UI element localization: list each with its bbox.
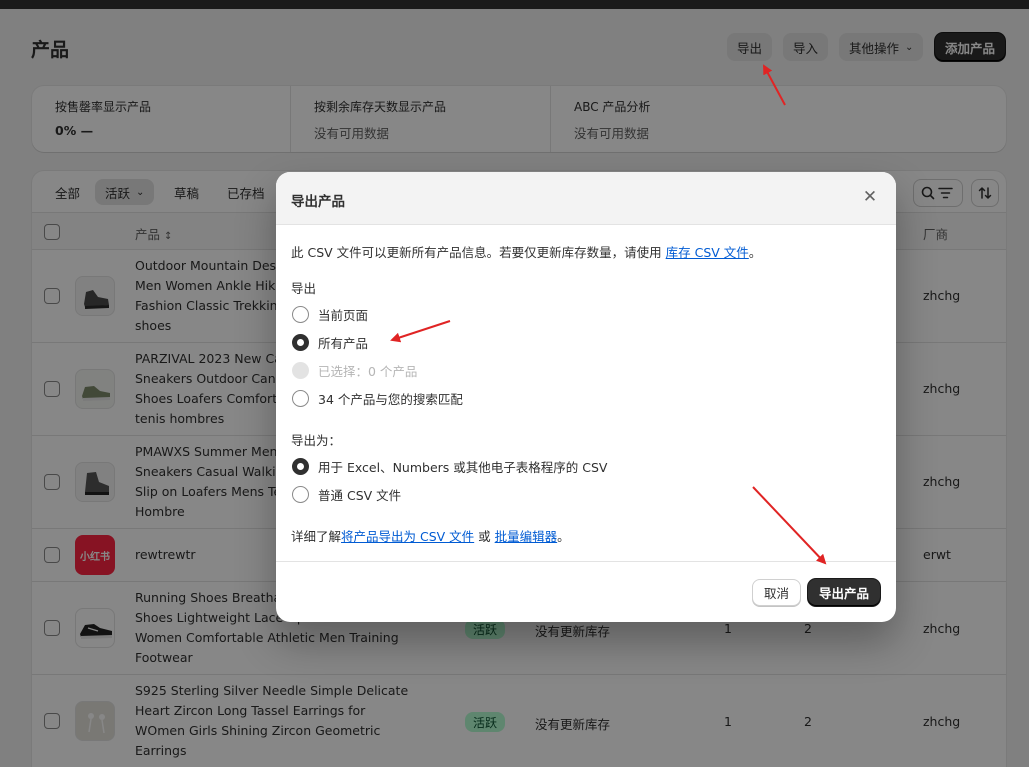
format-section-label: 导出为： (291, 433, 342, 448)
top-bar (0, 0, 1029, 9)
description-suffix: 。 (748, 245, 762, 260)
learn-more-text: 详细了解将产品导出为 CSV 文件 或 批量编辑器。 (291, 526, 570, 545)
bulk-editor-link[interactable]: 批量编辑器 (495, 529, 558, 544)
radio-label: 普通 CSV 文件 (318, 487, 402, 503)
export-section-label: 导出 (291, 281, 317, 296)
modal-header: 导出产品 ✕ (276, 172, 896, 225)
learn-mid: 或 (474, 529, 495, 544)
cancel-button[interactable]: 取消 (752, 579, 802, 606)
radio-selected-products: 已选择：0 个产品 (292, 361, 417, 379)
description-text: 此 CSV 文件可以更新所有产品信息。若要仅更新库存数量，请使用 (291, 245, 666, 260)
radio-label: 所有产品 (318, 335, 369, 351)
export-csv-help-link[interactable]: 将产品导出为 CSV 文件 (341, 529, 474, 544)
radio-button[interactable] (292, 333, 309, 351)
learn-suffix: 。 (557, 529, 570, 544)
radio-label: 用于 Excel、Numbers 或其他电子表格程序的 CSV (318, 459, 608, 475)
modal-title: 导出产品 (291, 194, 345, 210)
radio-plain-csv[interactable]: 普通 CSV 文件 (292, 485, 401, 503)
modal-description: 此 CSV 文件可以更新所有产品信息。若要仅更新库存数量，请使用 库存 CSV … (291, 242, 761, 261)
radio-label: 已选择：0 个产品 (318, 363, 418, 379)
export-products-modal: 导出产品 ✕ 此 CSV 文件可以更新所有产品信息。若要仅更新库存数量，请使用 … (276, 172, 896, 622)
radio-label: 当前页面 (318, 307, 369, 323)
learn-prefix: 详细了解 (291, 529, 342, 544)
radio-button[interactable] (292, 485, 309, 503)
close-icon[interactable]: ✕ (860, 187, 880, 207)
modal-footer: 取消 导出产品 (276, 561, 896, 622)
radio-button[interactable] (292, 389, 309, 407)
radio-button[interactable] (292, 305, 309, 323)
radio-button (292, 361, 309, 379)
radio-label: 34 个产品与您的搜索匹配 (318, 391, 463, 407)
radio-button[interactable] (292, 457, 309, 475)
radio-current-page[interactable]: 当前页面 (292, 305, 368, 323)
radio-all-products[interactable]: 所有产品 (292, 333, 368, 351)
radio-search-matches[interactable]: 34 个产品与您的搜索匹配 (292, 389, 463, 407)
radio-csv-excel[interactable]: 用于 Excel、Numbers 或其他电子表格程序的 CSV (292, 457, 607, 475)
export-products-button[interactable]: 导出产品 (808, 579, 881, 606)
inventory-csv-link[interactable]: 库存 CSV 文件 (666, 245, 749, 260)
